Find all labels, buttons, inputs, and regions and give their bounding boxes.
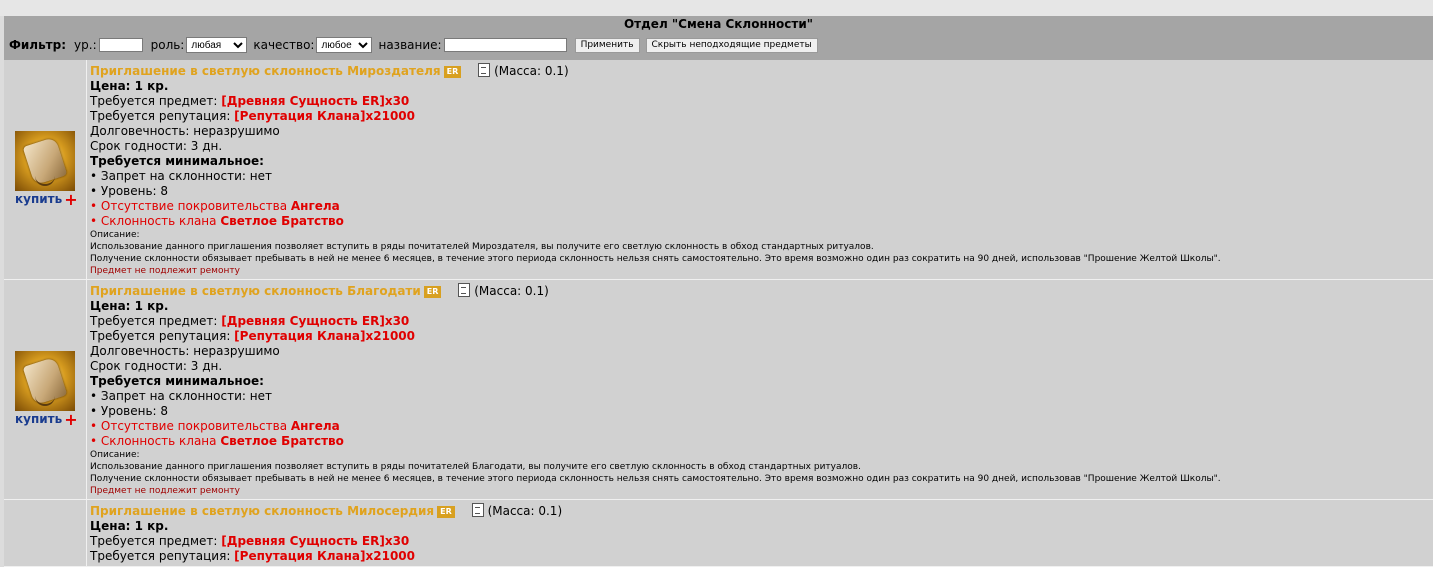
shop-item: Приглашение в светлую склонность Милосер…	[4, 500, 1433, 567]
item-image[interactable]	[15, 351, 75, 411]
durability: Долговечность: неразрушимо	[90, 344, 280, 358]
hide-unsuitable-button[interactable]: Скрыть неподходящие предметы	[645, 37, 818, 53]
er-badge: ER	[423, 286, 442, 298]
quality-select[interactable]: любое	[316, 37, 373, 53]
shop-item: купить + Приглашение в светлую склонность…	[4, 60, 1433, 280]
add-icon[interactable]: +	[64, 190, 77, 209]
durability: Долговечность: неразрушимо	[90, 124, 280, 138]
desc-line-2: Получение склонности обязывает пребывать…	[90, 254, 1221, 264]
quality-label: качество:	[253, 38, 315, 52]
req-rep-label: Требуется репутация:	[90, 329, 235, 343]
req-ban: • Запрет на склонности: нет	[90, 169, 272, 183]
no-repair-note: Предмет не подлежит ремонту	[90, 266, 240, 276]
req-item-link[interactable]: [Древняя Сущность ER]x30	[221, 534, 409, 548]
desc-line-2: Получение склонности обязывает пребывать…	[90, 474, 1221, 484]
shop-frame: Отдел "Смена Склонности" Фильтр: ур.: ро…	[4, 16, 1433, 567]
req-level: • Уровень: 8	[90, 184, 169, 198]
department-header: Отдел "Смена Склонности" Фильтр: ур.: ро…	[4, 16, 1433, 60]
item-details: Приглашение в светлую склонность Мирозда…	[87, 60, 1433, 279]
item-title[interactable]: Приглашение в светлую склонность Милосер…	[90, 504, 434, 518]
req-item-link[interactable]: [Древняя Сущность ER]x30	[221, 94, 409, 108]
req-item-label: Требуется предмет:	[90, 94, 222, 108]
item-mass: (Масса: 0.1)	[487, 504, 563, 518]
desc-line-1: Использование данного приглашения позвол…	[90, 462, 861, 472]
req-patron-value: Ангела	[290, 199, 340, 213]
no-repair-note: Предмет не подлежит ремонту	[90, 486, 240, 496]
expiry: Срок годности: 3 дн.	[90, 139, 223, 153]
item-image-cell: купить +	[4, 60, 87, 279]
shop-item: купить + Приглашение в светлую склонность…	[4, 280, 1433, 500]
item-price: Цена: 1 кр.	[90, 79, 169, 93]
buy-button[interactable]: купить +	[15, 410, 78, 429]
req-rep-link[interactable]: [Репутация Клана]x21000	[234, 549, 415, 563]
item-mass: (Масса: 0.1)	[494, 64, 569, 78]
scroll-icon	[15, 351, 75, 411]
req-item-label: Требуется предмет:	[90, 314, 222, 328]
document-icon[interactable]	[471, 503, 484, 517]
desc-label: Описание:	[90, 450, 140, 460]
document-icon[interactable]	[478, 63, 491, 77]
level-label: ур.:	[74, 38, 97, 52]
min-req-header: Требуется минимальное:	[90, 374, 264, 388]
req-rep-label: Требуется репутация:	[90, 109, 235, 123]
req-patron-prefix: • Отсутствие покровительства	[90, 199, 291, 213]
req-item-link[interactable]: [Древняя Сущность ER]x30	[221, 314, 409, 328]
item-price: Цена: 1 кр.	[90, 299, 169, 313]
role-label: роль:	[150, 38, 185, 52]
item-title[interactable]: Приглашение в светлую склонность Мирозда…	[90, 64, 441, 78]
req-clan-prefix: • Склонность клана	[90, 434, 221, 448]
desc-label: Описание:	[90, 230, 140, 240]
apply-button[interactable]: Применить	[574, 37, 640, 53]
buy-button[interactable]: купить +	[15, 190, 78, 209]
role-select[interactable]: любая	[186, 37, 248, 53]
item-details: Приглашение в светлую склонность Милосер…	[87, 500, 1433, 566]
name-input[interactable]	[443, 38, 567, 52]
expiry: Срок годности: 3 дн.	[90, 359, 223, 373]
item-price: Цена: 1 кр.	[90, 519, 169, 533]
item-details: Приглашение в светлую склонность Благода…	[87, 280, 1433, 499]
filter-bar: Фильтр: ур.: роль: любая качество: любое…	[9, 37, 824, 53]
min-req-header: Требуется минимальное:	[90, 154, 264, 168]
item-image-cell: купить +	[4, 280, 87, 499]
level-input[interactable]	[98, 38, 143, 52]
req-rep-label: Требуется репутация:	[90, 549, 235, 563]
req-rep-link[interactable]: [Репутация Клана]x21000	[234, 329, 415, 343]
er-badge: ER	[437, 506, 455, 518]
req-clan-prefix: • Склонность клана	[90, 214, 221, 228]
req-patron-prefix: • Отсутствие покровительства	[90, 419, 291, 433]
item-mass: (Масса: 0.1)	[474, 284, 549, 298]
req-clan-value: Светлое Братство	[220, 434, 344, 448]
add-icon[interactable]: +	[64, 410, 77, 429]
item-image[interactable]	[15, 131, 75, 191]
item-image-cell	[4, 500, 87, 566]
department-title: Отдел "Смена Склонности"	[623, 17, 814, 31]
req-level: • Уровень: 8	[90, 404, 169, 418]
desc-line-1: Использование данного приглашения позвол…	[90, 242, 874, 252]
req-patron-value: Ангела	[290, 419, 340, 433]
scroll-icon	[15, 131, 75, 191]
req-ban: • Запрет на склонности: нет	[90, 389, 272, 403]
item-title[interactable]: Приглашение в светлую склонность Благода…	[90, 284, 421, 298]
er-badge: ER	[443, 66, 462, 78]
name-label: название:	[378, 38, 442, 52]
req-rep-link[interactable]: [Репутация Клана]x21000	[234, 109, 415, 123]
top-strip	[0, 0, 1433, 16]
document-icon[interactable]	[458, 283, 471, 297]
req-clan-value: Светлое Братство	[220, 214, 344, 228]
filter-label: Фильтр:	[9, 38, 67, 52]
req-item-label: Требуется предмет:	[90, 534, 222, 548]
